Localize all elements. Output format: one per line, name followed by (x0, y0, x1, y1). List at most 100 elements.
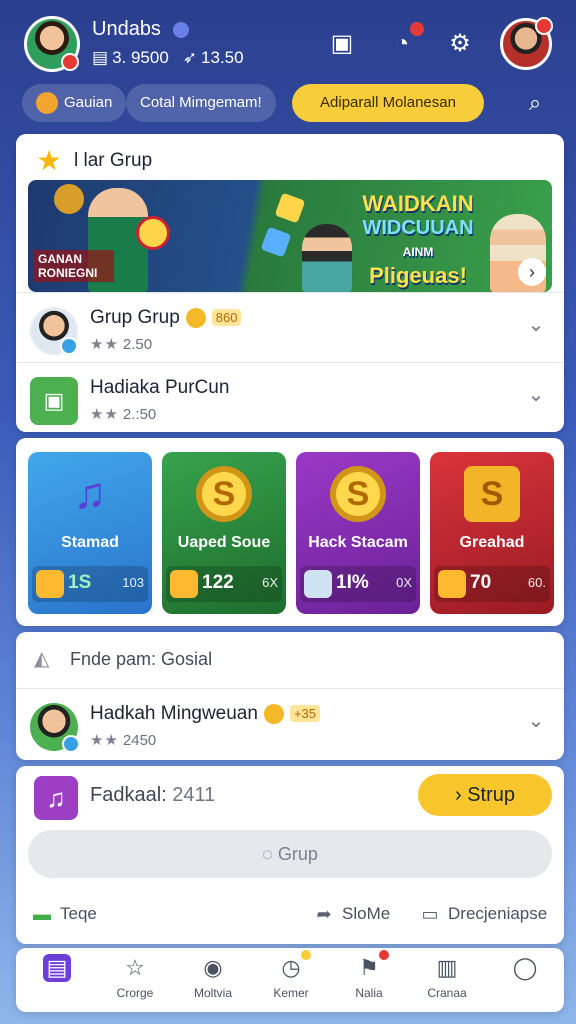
nav-label: Kemer (273, 986, 309, 1000)
list-item[interactable]: ▣ Hadiaka PurCun ★★ 2.:50 ⌄ (16, 362, 564, 432)
emoji-icon (185, 307, 206, 328)
rating-value: 2.:50 (122, 406, 157, 423)
chat-icon[interactable]: ◔ (386, 22, 424, 60)
chip-label: Cotal Mimgemam! (140, 94, 262, 111)
tile-value: 1I% (336, 572, 369, 593)
nav-nalia[interactable]: ⚑ Nalia (330, 950, 408, 1008)
tile-label: Greahad (459, 534, 525, 551)
promo-banner[interactable]: GANAN RONIEGNI WAIDKAIN WIDCUUAN AINM Pl… (28, 180, 552, 292)
dice-icon: S (464, 466, 520, 522)
rating-value: 2450 (122, 732, 157, 749)
item-tag: +35 (289, 705, 321, 723)
item-title: Grup Grup 860 (90, 307, 242, 329)
gift-icon (304, 570, 332, 598)
nav-moltvia[interactable]: ◉ Moltvia (174, 954, 252, 1008)
action-drecjeniapse[interactable]: ▭ Drecjeniapse (418, 902, 547, 926)
chevron-down-icon[interactable]: ⌄ (524, 383, 548, 407)
level-badge (61, 53, 79, 71)
image-icon: ▣ (30, 377, 78, 425)
balance-value: 3. 9500 (112, 48, 169, 67)
list-item[interactable]: Hadkah Mingweuan +35 ★★ 2450 ⌄ (16, 688, 564, 758)
share-icon: ➦ (316, 904, 332, 924)
rating: ★★ 2.:50 (90, 405, 156, 423)
tile-greahad[interactable]: S Greahad 70 60. (430, 452, 554, 614)
tile-hack-stacam[interactable]: S Hack Stacam 1I% 0X (296, 452, 420, 614)
button-label: Strup (467, 784, 516, 806)
camera-icon[interactable]: ▣ (326, 28, 358, 60)
nav-cranaa[interactable]: ▥ Cranaa (408, 954, 486, 1008)
wallet-stat: ▤ 3. 9500 (92, 48, 169, 68)
tile-footer: 1S 103 (32, 566, 148, 602)
tile-footer: 1I% 0X (300, 566, 416, 602)
nav-home[interactable]: ▤ (18, 954, 96, 1008)
dice-icon (260, 226, 292, 258)
item-tag: 860 (211, 309, 242, 327)
music-note-icon: ♫ (73, 469, 107, 518)
mascot-icon (36, 92, 58, 115)
chevron-down-icon[interactable]: ⌄ (524, 709, 548, 733)
nav-kemer[interactable]: ◷ Kemer (252, 950, 330, 1008)
username-row: Undabs (92, 18, 189, 41)
document-icon: ▥ (436, 955, 458, 980)
chip-label: Adiparall Molanesan (320, 94, 456, 111)
tile-uaped-soue[interactable]: S Uaped Soue 122 6X (162, 452, 286, 614)
item-title: Hadiaka PurCun (90, 377, 229, 399)
tile-extra: 60. (527, 575, 546, 590)
strup-button[interactable]: › Strup (418, 774, 552, 816)
star-outline-icon: ☆ (125, 955, 145, 980)
item-name: Hadiaka PurCun (90, 377, 230, 398)
chip-cotal[interactable]: Cotal Mimgemam! (126, 84, 276, 122)
profile-avatar[interactable] (24, 16, 80, 72)
notification-dot (410, 22, 424, 36)
grup-button[interactable]: ◌ Grup (28, 830, 552, 878)
chip-gauian[interactable]: Gauian (22, 84, 127, 122)
banner-line: WAIDKAIN (362, 191, 474, 216)
chip-label: Gauian (64, 94, 113, 111)
mascot-icon (438, 570, 466, 598)
action-slome[interactable]: ➦ SloMe (312, 902, 390, 926)
nav-label: Crorge (116, 986, 154, 1000)
tile-label: Uaped Soue (177, 534, 271, 551)
banner-line: AINM (402, 245, 434, 259)
tile-extra: 0X (396, 575, 412, 590)
rating-value: 2.50 (122, 336, 153, 353)
dice-icon (274, 192, 306, 224)
chip-adiparall[interactable]: Adiparall Molanesan (292, 84, 484, 122)
friend-avatar[interactable] (500, 17, 553, 70)
group-card: ★ l lar Grup GANAN RONIEGNI WAIDKAIN WID… (16, 134, 564, 432)
puzzle-icon (170, 570, 198, 598)
list-item[interactable]: Grup Grup 860 ★★ 2.50 ⌄ (16, 292, 564, 362)
star-icon: ★ (36, 145, 62, 176)
status-icon (60, 337, 78, 355)
bookmark-icon: ▭ (421, 904, 439, 924)
section-header: ◭ Fnde pam: Gosial (34, 648, 212, 670)
action-card: ♫ Fadkaal: 2411 › Strup ◌ Grup ▬ Teqe ➦ … (16, 766, 564, 944)
tile-stamad[interactable]: ♫ Stamad 1S 103 (28, 452, 152, 614)
social-card: ◭ Fnde pam: Gosial Hadkah Mingweuan +35 ★… (16, 632, 564, 760)
chevron-right-icon[interactable]: › (518, 258, 546, 286)
username: Undabs (92, 18, 161, 40)
search-icon[interactable]: ⌕ (520, 88, 550, 118)
nav-crorge[interactable]: ☆ Crorge (96, 954, 174, 1008)
gift-icon (36, 570, 64, 598)
coin-icon: S (196, 466, 252, 522)
boost-stat: ➶ 13.50 (183, 48, 244, 68)
button-label: Grup (277, 844, 318, 864)
nav-profile[interactable]: ◯ (486, 954, 564, 1008)
rating: ★★ 2.50 (90, 335, 152, 353)
app-header: Undabs ▤ 3. 9500 ➶ 13.50 ▣ ◔ ⚙ (0, 0, 576, 80)
amount-value: 2411 (172, 784, 216, 806)
action-teqe[interactable]: ▬ Teqe (30, 902, 97, 926)
secondary-value: 13.50 (201, 48, 244, 67)
card-title: ★ l lar Grup (34, 146, 152, 176)
gear-icon[interactable]: ⚙ (444, 28, 476, 60)
action-label: Teqe (60, 904, 97, 923)
clock-icon: ◷ (277, 950, 311, 982)
item-name: Hadkah Mingweuan (90, 703, 258, 724)
chevron-down-icon[interactable]: ⌄ (524, 313, 548, 337)
avatar (30, 307, 78, 355)
banner-headline: WAIDKAIN WIDCUUAN AINM Pligeuas! (338, 192, 498, 288)
eye-icon: ◉ (203, 955, 223, 980)
home-icon: ▤ (43, 954, 71, 982)
music-note-icon: ♫ (34, 776, 78, 820)
